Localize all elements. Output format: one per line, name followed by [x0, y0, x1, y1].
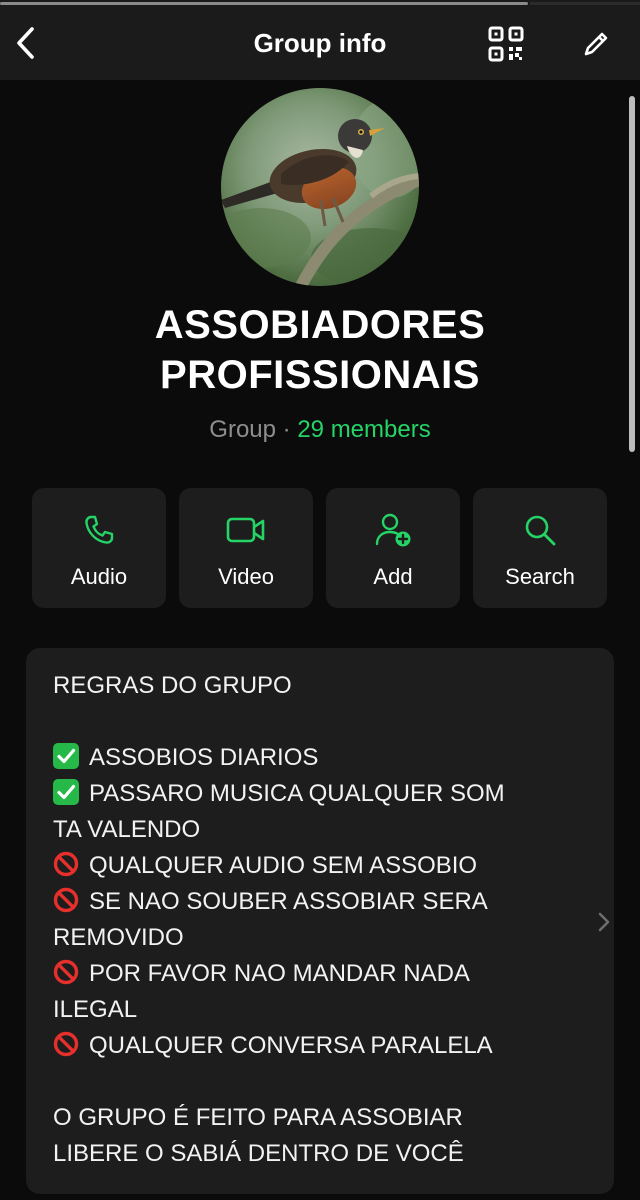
- add-person-icon: [375, 513, 411, 547]
- group-name-line-1: ASSOBIADORES: [154, 303, 486, 347]
- qr-code-button[interactable]: [488, 26, 524, 62]
- edit-button[interactable]: [576, 24, 616, 64]
- prohibited-emoji-icon: [53, 959, 79, 985]
- search-icon: [525, 515, 556, 546]
- rule-item: POR FAVOR NAO MANDAR NADA: [53, 956, 573, 992]
- rules-heading: REGRAS DO GRUPO: [53, 672, 292, 699]
- subtitle-separator: ·: [282, 416, 291, 443]
- page-title: Group info: [253, 27, 387, 58]
- rule-item-continuation: TA VALENDO: [53, 816, 201, 843]
- group-subtitle: Group · 29 members: [0, 416, 640, 444]
- rule-item-continuation: REMOVIDO: [53, 924, 184, 951]
- back-button[interactable]: [6, 16, 46, 70]
- group-name-line-2: PROFISSIONAIS: [160, 353, 480, 397]
- description-footer-line-2: LIBERE O SABIÁ DENTRO DE VOCÊ: [53, 1140, 464, 1167]
- rule-item: ASSOBIOS DIARIOS: [53, 740, 573, 776]
- audio-call-label: Audio: [70, 564, 128, 589]
- phone-icon: [85, 515, 114, 544]
- header-bar: Group info: [0, 6, 640, 80]
- add-member-label: Add: [373, 564, 413, 589]
- members-count-link[interactable]: 29 members: [297, 416, 430, 443]
- media-progress-fill: [0, 2, 528, 5]
- check-mark-emoji-icon: [53, 743, 79, 769]
- search-label: Search: [505, 564, 575, 589]
- prohibited-emoji-icon: [53, 1031, 79, 1057]
- prohibited-emoji-icon: [53, 887, 79, 913]
- action-buttons-row: Audio Video Add Search: [32, 488, 608, 610]
- chevron-left-icon: [17, 27, 34, 59]
- group-avatar[interactable]: [221, 88, 419, 286]
- qr-code-icon: [488, 26, 524, 62]
- group-description-card[interactable]: REGRAS DO GRUPO ASSOBIOS DIARIOS PASSARO…: [26, 648, 614, 1194]
- add-member-button[interactable]: Add: [326, 488, 460, 608]
- audio-call-button[interactable]: Audio: [32, 488, 166, 608]
- description-footer-line-1: O GRUPO É FEITO PARA ASSOBIAR: [53, 1104, 463, 1131]
- media-progress-tail: [530, 2, 640, 5]
- rule-item: QUALQUER CONVERSA PARALELA: [53, 1028, 573, 1064]
- chevron-right-icon: [598, 912, 610, 932]
- search-button[interactable]: Search: [473, 488, 607, 608]
- bird-photo-image: [221, 88, 419, 286]
- group-name: ASSOBIADORES PROFISSIONAIS: [20, 300, 620, 400]
- group-type-label: Group: [209, 416, 276, 443]
- video-call-button[interactable]: Video: [179, 488, 313, 608]
- rule-item: SE NAO SOUBER ASSOBIAR SERA: [53, 884, 573, 920]
- rule-item-continuation: ILEGAL: [53, 996, 138, 1023]
- group-description-text: REGRAS DO GRUPO ASSOBIOS DIARIOS PASSARO…: [53, 668, 573, 1172]
- scrollbar[interactable]: [629, 96, 635, 452]
- video-camera-icon: [226, 517, 265, 543]
- rule-item: QUALQUER AUDIO SEM ASSOBIO: [53, 848, 573, 884]
- prohibited-emoji-icon: [53, 851, 79, 877]
- rule-item: PASSARO MUSICA QUALQUER SOM: [53, 776, 573, 812]
- video-call-label: Video: [218, 564, 274, 589]
- pencil-icon: [584, 32, 608, 56]
- check-mark-emoji-icon: [53, 779, 79, 805]
